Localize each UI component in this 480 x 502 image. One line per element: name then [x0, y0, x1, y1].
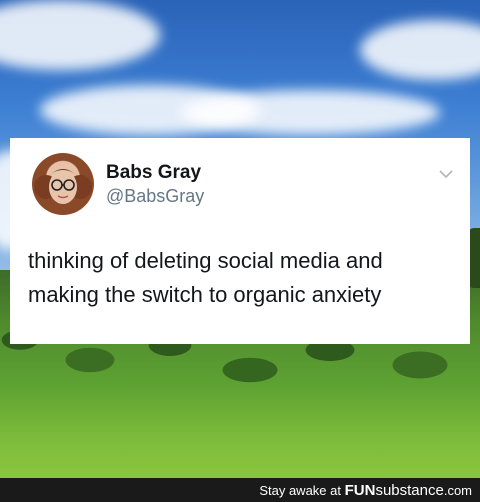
tweet-text-line: making the switch to organic anxiety	[28, 282, 382, 307]
tweet-text: thinking of deleting social media and ma…	[28, 244, 458, 312]
chevron-down-icon[interactable]	[438, 168, 454, 180]
cloud	[0, 0, 160, 70]
brand-tld: .com	[443, 483, 472, 498]
brand-substance: substance	[375, 482, 444, 499]
tweet-card[interactable]: Babs Gray @BabsGray thinking of deleting…	[10, 138, 470, 344]
meme-image: Babs Gray @BabsGray thinking of deleting…	[0, 0, 480, 502]
user-handle[interactable]: @BabsGray	[106, 186, 204, 207]
watermark-text: Stay awake at FUNsubstance.com	[259, 482, 472, 499]
avatar[interactable]	[32, 153, 94, 215]
display-name[interactable]: Babs Gray	[106, 162, 201, 184]
watermark-bar: Stay awake at FUNsubstance.com	[0, 478, 480, 502]
cloud	[360, 20, 480, 80]
tweet-text-line: thinking of deleting social media and	[28, 248, 383, 273]
watermark-prefix: Stay awake at	[259, 483, 345, 498]
brand-fun: FUN	[344, 482, 376, 499]
watermark-brand: FUNsubstance	[345, 482, 444, 499]
cloud	[180, 90, 440, 135]
